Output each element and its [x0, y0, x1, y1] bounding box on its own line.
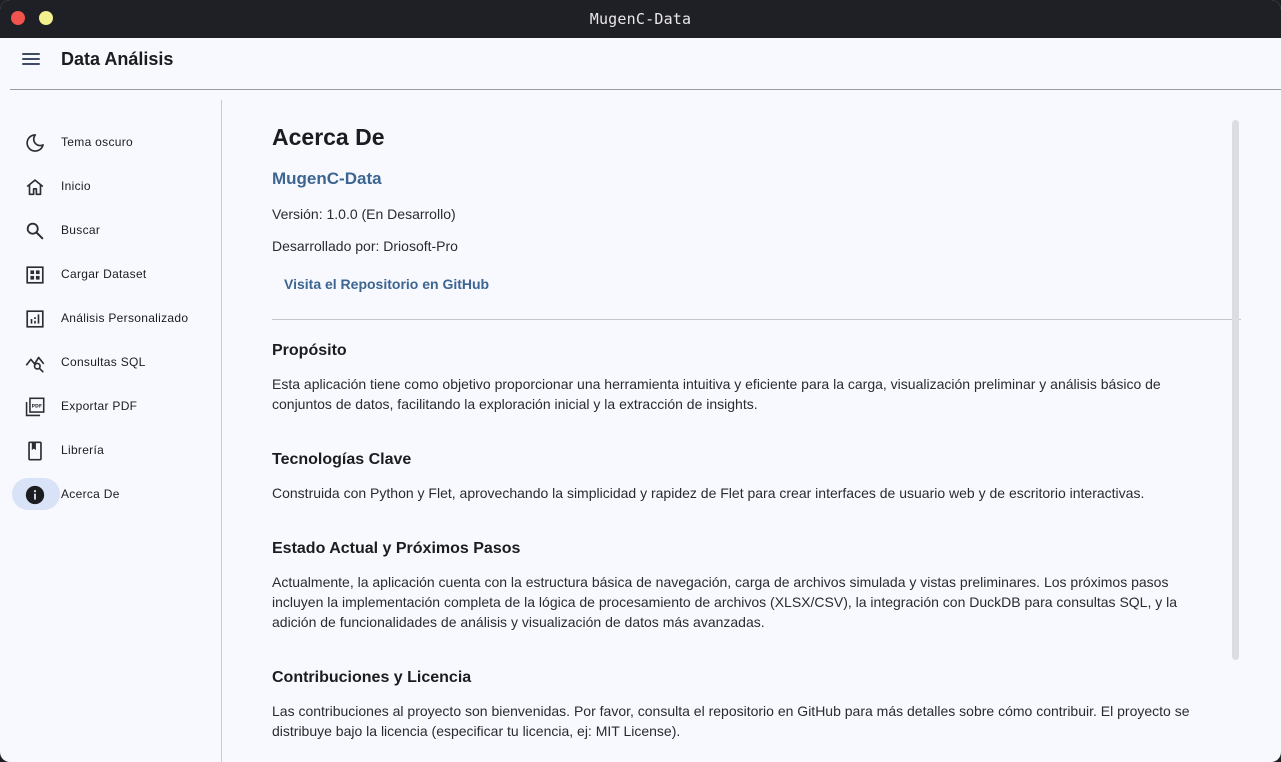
book-icon — [24, 440, 46, 462]
sidebar-item-dark-theme[interactable]: Tema oscuro — [12, 126, 212, 158]
query-stats-icon — [24, 352, 46, 374]
sidebar-item-label: Tema oscuro — [61, 135, 133, 149]
sidebar-item-home[interactable]: Inicio — [12, 170, 212, 202]
section-title-contributions: Contribuciones y Licencia — [272, 669, 472, 686]
section-body-status: Actualmente, la aplicación cuenta con la… — [272, 574, 1178, 630]
section-title-status: Estado Actual y Próximos Pasos — [272, 540, 521, 557]
section-title-purpose: Propósito — [272, 342, 347, 359]
page-title: Acerca De — [272, 124, 385, 150]
sidebar-item-label: Inicio — [61, 179, 91, 193]
sidebar-item-custom-analysis[interactable]: Análisis Personalizado — [12, 302, 212, 334]
section-body-technologies: Construida con Python y Flet, aprovechan… — [272, 485, 1145, 501]
appbar-divider — [10, 89, 1281, 90]
dataset-icon — [24, 264, 46, 286]
sidebar-item-label: Exportar PDF — [61, 399, 138, 413]
app-name: MugenC-Data — [272, 169, 382, 188]
analytics-icon — [24, 308, 46, 330]
app-title: Data Análisis — [61, 49, 174, 69]
info-icon — [24, 484, 46, 506]
app-window: MugenC-Data Data Análisis Tema oscuro In… — [0, 0, 1281, 762]
sidebar-item-label: Consultas SQL — [61, 355, 146, 369]
github-repo-link[interactable]: Visita el Repositorio en GitHub — [272, 268, 501, 300]
sidebar-item-label: Análisis Personalizado — [61, 311, 189, 325]
sidebar-item-label: Librería — [61, 443, 105, 457]
sidebar-item-load-dataset[interactable]: Cargar Dataset — [12, 258, 212, 290]
sidebar-item-about[interactable]: Acerca De — [12, 478, 212, 510]
navigation-rail: Tema oscuro Inicio Buscar Cargar Dataset — [0, 100, 221, 762]
app-bar: Data Análisis — [0, 38, 1281, 90]
section-title-technologies: Tecnologías Clave — [272, 451, 412, 468]
menu-icon[interactable] — [18, 48, 46, 72]
svg-text:PDF: PDF — [32, 404, 42, 410]
about-page: Acerca De MugenC-Data Versión: 1.0.0 (En… — [222, 100, 1281, 762]
sidebar-item-sql-queries[interactable]: Consultas SQL — [12, 346, 212, 378]
dark-mode-icon — [24, 132, 46, 154]
section-body-purpose: Esta aplicación tiene como objetivo prop… — [272, 376, 1161, 412]
search-icon — [24, 220, 46, 242]
developer-text: Desarrollado por: Driosoft-Pro — [272, 238, 458, 254]
sidebar-item-library[interactable]: Librería — [12, 434, 212, 466]
version-text: Versión: 1.0.0 (En Desarrollo) — [272, 206, 456, 222]
sidebar-item-label: Buscar — [61, 223, 101, 237]
section-divider — [272, 319, 1241, 320]
sidebar-item-label: Acerca De — [61, 487, 120, 501]
pdf-icon: PDF — [24, 396, 46, 418]
title-bar: MugenC-Data — [0, 0, 1281, 38]
sidebar-item-label: Cargar Dataset — [61, 267, 147, 281]
home-icon — [24, 176, 46, 198]
window-title: MugenC-Data — [589, 10, 692, 28]
scrollbar[interactable] — [1232, 120, 1239, 660]
section-body-contributions: Las contribuciones al proyecto son bienv… — [272, 703, 1190, 739]
sidebar-item-export-pdf[interactable]: PDF Exportar PDF — [12, 390, 212, 422]
sidebar-item-search[interactable]: Buscar — [12, 214, 212, 246]
